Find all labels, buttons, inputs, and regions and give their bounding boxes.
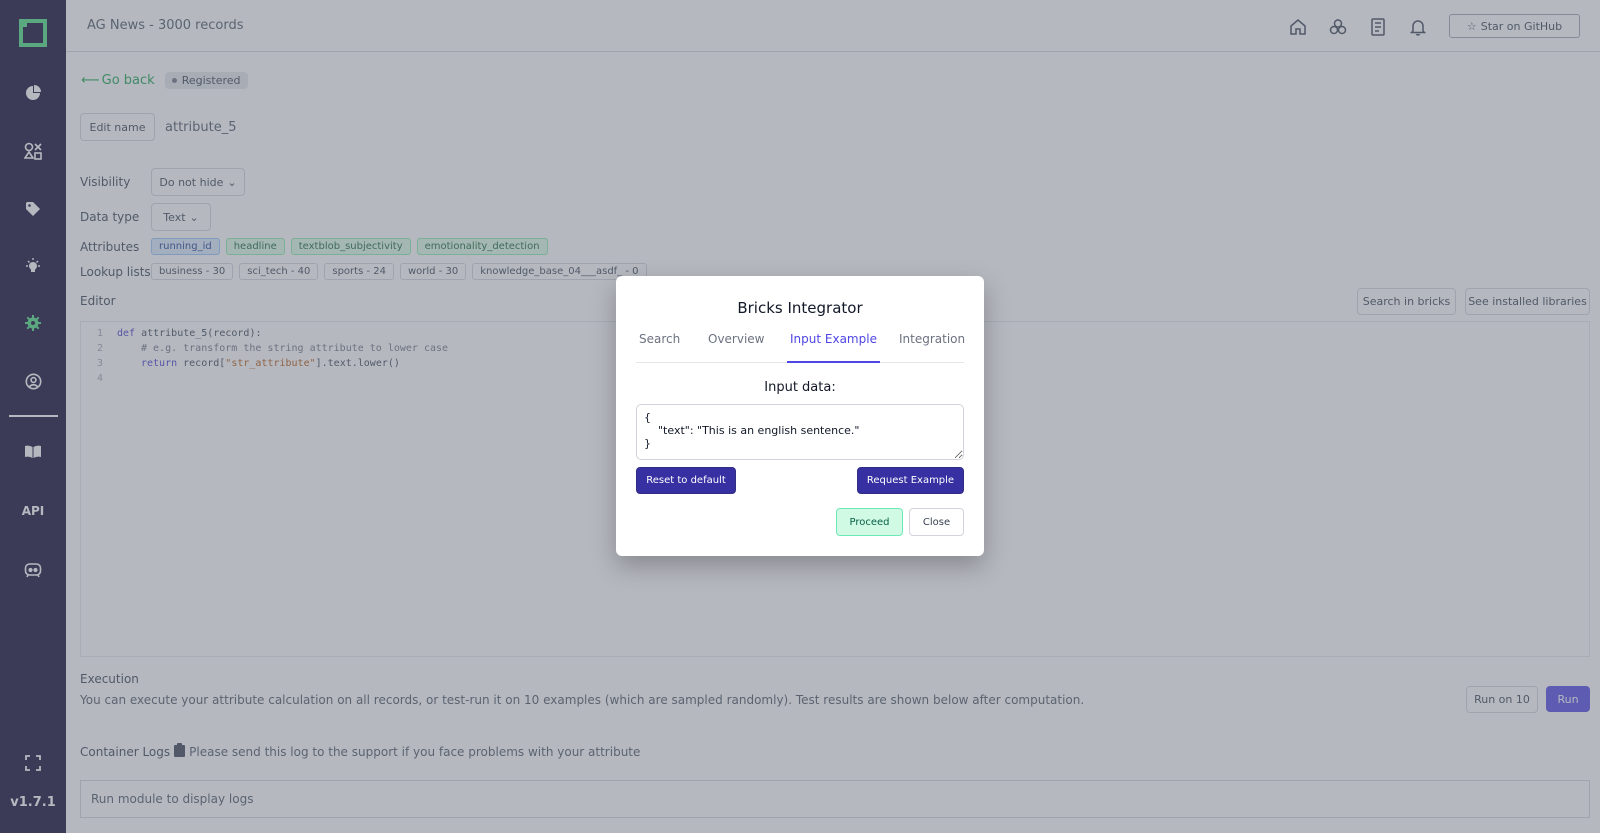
tab-input-example[interactable]: Input Example [787,332,880,363]
input-data-textarea[interactable]: { "text": "This is an english sentence."… [636,404,964,460]
proceed-button[interactable]: Proceed [836,508,903,536]
reset-to-default-button[interactable]: Reset to default [636,467,736,494]
tab-overview[interactable]: Overview [708,332,765,363]
input-data-label: Input data: [764,380,836,395]
tab-search[interactable]: Search [639,332,680,363]
modal-tabs: Search Overview Input Example Integratio… [636,324,965,363]
close-button[interactable]: Close [909,508,964,536]
request-example-button[interactable]: Request Example [857,467,964,494]
modal-title: Bricks Integrator [737,299,863,317]
tab-integration[interactable]: Integration [899,332,965,363]
bricks-integrator-modal: Bricks Integrator Search Overview Input … [616,276,984,556]
